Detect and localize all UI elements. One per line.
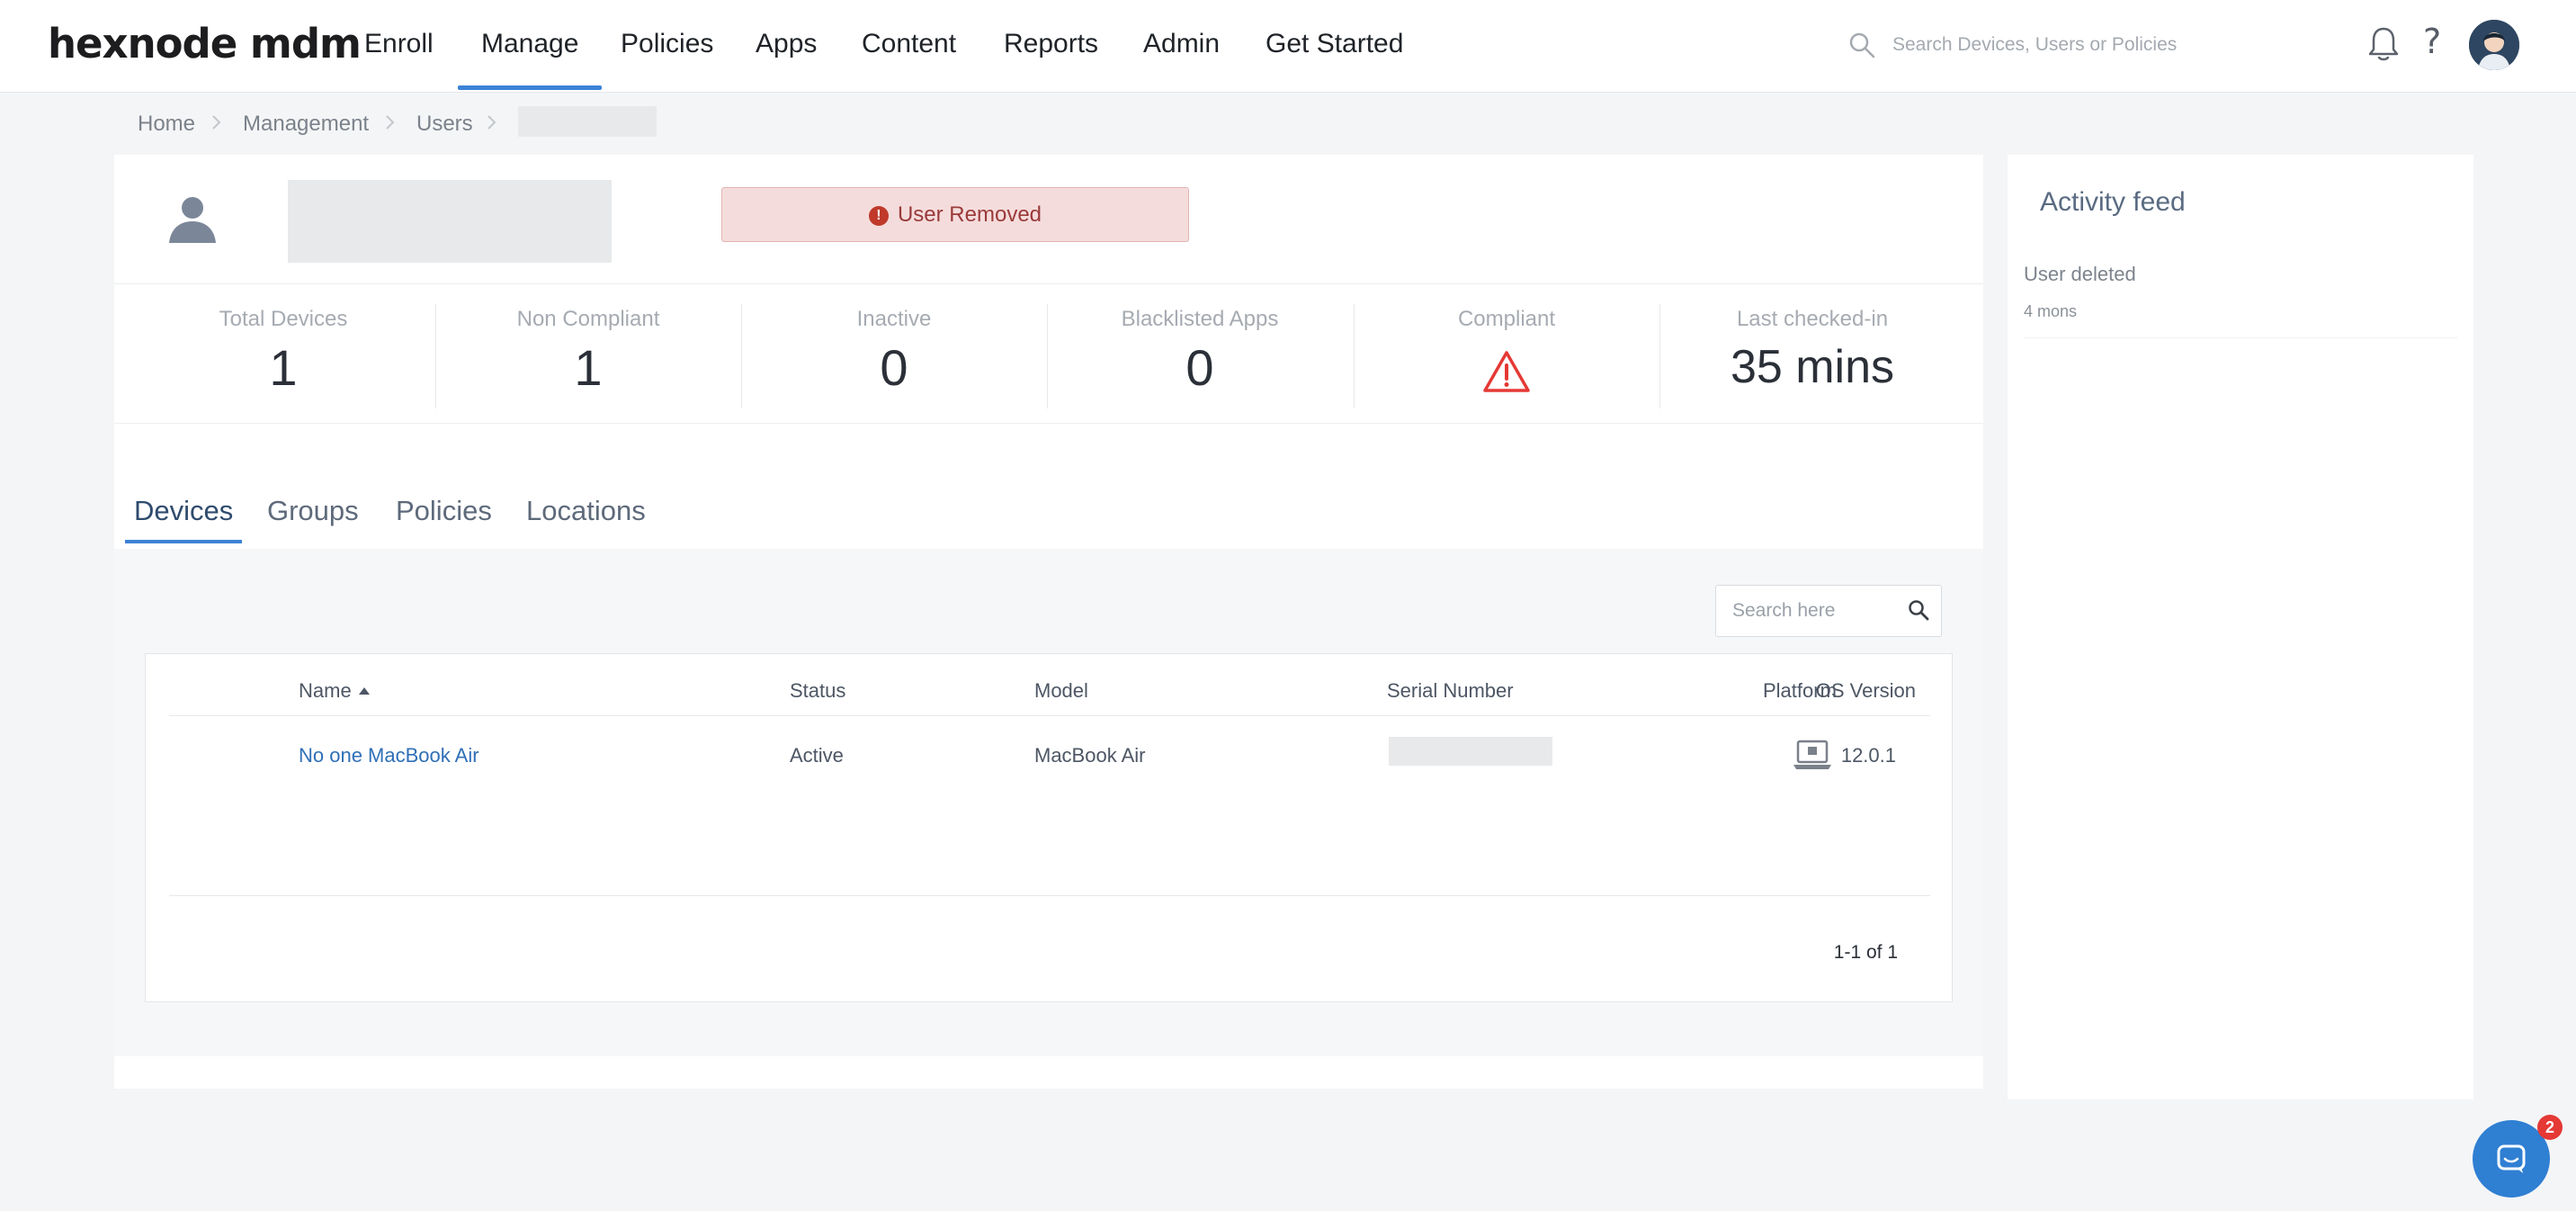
redacted-username	[288, 180, 612, 263]
chevron-right-icon	[212, 115, 221, 130]
tab-locations[interactable]: Locations	[526, 495, 646, 527]
activity-time: 4 mons	[2024, 302, 2078, 320]
bell-icon[interactable]	[2366, 25, 2402, 65]
chevron-right-icon	[487, 115, 496, 130]
user-removed-text: User Removed	[897, 202, 1042, 227]
support-chat-button[interactable]: 2	[2473, 1115, 2563, 1198]
device-model: MacBook Air	[1034, 744, 1146, 767]
nav-reports[interactable]: Reports	[1004, 29, 1098, 59]
stat-inactive[interactable]: Inactive 0	[741, 284, 1047, 425]
nav-admin[interactable]: Admin	[1143, 29, 1220, 59]
global-search[interactable]: Search Devices, Users or Policies	[1847, 27, 2315, 65]
tab-devices[interactable]: Devices	[124, 495, 243, 543]
nav-get-started[interactable]: Get Started	[1266, 29, 1403, 59]
stat-blacklisted-apps[interactable]: Blacklisted Apps 0	[1047, 284, 1353, 425]
stats-bar: Total Devices 1 Non Compliant 1 Inactive…	[114, 283, 1983, 424]
column-header-name[interactable]: Name	[299, 679, 370, 703]
nav-policies[interactable]: Policies	[621, 29, 713, 59]
devices-search-input[interactable]	[1732, 598, 1903, 623]
sort-ascending-icon	[358, 687, 370, 695]
macos-laptop-icon	[1793, 740, 1831, 769]
avatar[interactable]	[2469, 20, 2519, 70]
redacted-serial-number	[1389, 737, 1552, 766]
chat-icon	[2497, 1144, 2526, 1173]
breadcrumb-management[interactable]: Management	[243, 112, 369, 137]
warning-icon	[1483, 351, 1530, 392]
tab-groups[interactable]: Groups	[267, 495, 359, 527]
activity-text: User deleted	[2024, 263, 2136, 285]
chat-unread-badge: 2	[2537, 1115, 2563, 1140]
stat-total-devices[interactable]: Total Devices 1	[130, 284, 436, 425]
top-navigation: hexnode mdm Enroll Manage Policies Apps …	[0, 0, 2576, 93]
user-removed-banner: ! User Removed	[721, 187, 1189, 242]
activity-feed-item: User deleted 4 mons	[2024, 263, 2457, 338]
device-status: Active	[790, 744, 844, 767]
tab-policies[interactable]: Policies	[396, 495, 492, 527]
nav-enroll[interactable]: Enroll	[364, 29, 434, 59]
details-tabs: Devices Groups Policies Locations	[114, 495, 1983, 549]
search-icon[interactable]	[1907, 598, 1930, 622]
nav-apps[interactable]: Apps	[756, 29, 817, 59]
column-header-model[interactable]: Model	[1034, 679, 1088, 703]
devices-search[interactable]	[1715, 585, 1942, 637]
devices-table: Name Status Model Serial Number Platform…	[145, 653, 1953, 1002]
stat-last-checked-in[interactable]: Last checked-in 35 mins	[1659, 284, 1965, 425]
breadcrumb-redacted-username	[518, 106, 657, 137]
column-header-status[interactable]: Status	[790, 679, 845, 703]
search-icon	[1849, 32, 1875, 58]
chevron-right-icon	[386, 115, 395, 130]
column-header-os-version[interactable]: OS Version	[1816, 679, 1916, 703]
nav-content[interactable]: Content	[862, 29, 956, 59]
stat-non-compliant[interactable]: Non Compliant 1	[435, 284, 741, 425]
pagination-info: 1-1 of 1	[1833, 942, 1898, 963]
breadcrumb-home[interactable]: Home	[138, 112, 195, 137]
help-icon[interactable]: ?	[2423, 22, 2441, 61]
user-details-panel: ! User Removed Total Devices 1 Non Compli…	[114, 155, 1983, 1089]
breadcrumb-users[interactable]: Users	[416, 112, 473, 137]
hexnode-logo[interactable]: hexnode mdm	[48, 20, 362, 67]
activity-feed: Activity feed User deleted 4 mons	[2008, 155, 2473, 1099]
activity-feed-title: Activity feed	[2040, 187, 2186, 217]
device-name-link[interactable]: No one MacBook Air	[299, 744, 479, 767]
devices-tab-content: Name Status Model Serial Number Platform…	[114, 549, 1983, 1056]
stat-compliant[interactable]: Compliant	[1354, 284, 1659, 425]
global-search-placeholder[interactable]: Search Devices, Users or Policies	[1892, 34, 2177, 56]
column-header-serial-number[interactable]: Serial Number	[1387, 679, 1514, 703]
user-icon	[169, 197, 216, 243]
alert-icon: !	[868, 206, 889, 226]
device-os-version: 12.0.1	[1840, 744, 1896, 767]
nav-manage[interactable]: Manage	[457, 29, 603, 90]
